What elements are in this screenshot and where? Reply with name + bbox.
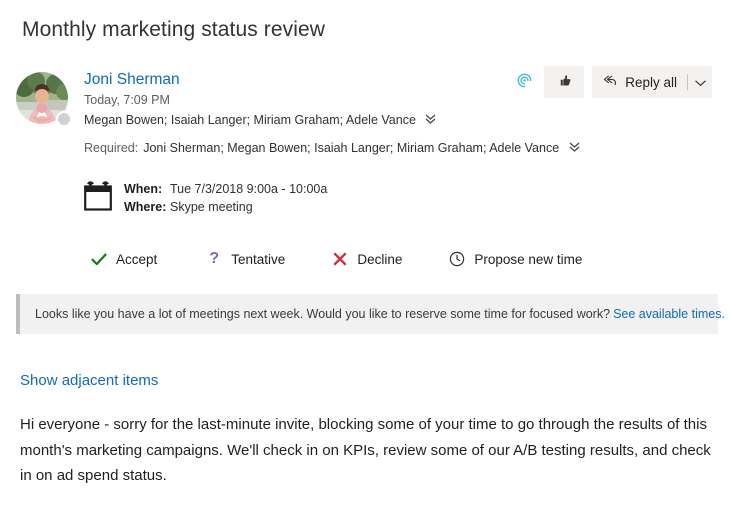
question-mark-icon: ?: [209, 250, 220, 267]
message-body: Hi everyone - sorry for the last-minute …: [20, 416, 711, 484]
meeting-details: When: Tue 7/3/2018 9:00a - 10:00a Where: S…: [84, 180, 327, 216]
decline-button[interactable]: Decline: [325, 249, 408, 270]
where-label: Where:: [124, 200, 167, 214]
double-chevron-down-icon[interactable]: [569, 140, 580, 158]
message-header: Joni Sherman Today, 7:09 PM Megan Bowen;…: [16, 66, 720, 180]
thumbs-up-icon-button[interactable]: [544, 66, 585, 98]
thumbs-up-icon: [555, 72, 573, 93]
banner-message: Looks like you have a lot of meetings ne…: [35, 307, 611, 321]
cross-icon: [331, 252, 349, 266]
page-title: Monthly marketing status review: [22, 18, 326, 41]
focus-time-suggestion-banner: Looks like you have a lot of meetings ne…: [16, 294, 725, 334]
recipients-text: Megan Bowen; Isaiah Langer; Miriam Graha…: [84, 113, 416, 127]
show-adjacent-items-link[interactable]: Show adjacent items: [20, 372, 158, 389]
double-chevron-down-icon[interactable]: [425, 112, 436, 130]
header-actions: Reply all: [504, 66, 712, 98]
decline-label: Decline: [357, 251, 403, 267]
reply-all-label: Reply all: [625, 74, 677, 90]
presence-badge: [56, 111, 72, 127]
where-value: Skype meeting: [170, 200, 253, 214]
when-label: When:: [124, 182, 163, 196]
banner-text: Looks like you have a lot of meetings ne…: [20, 307, 725, 321]
accept-label: Accept: [116, 251, 158, 267]
propose-new-time-button[interactable]: Propose new time: [442, 248, 588, 270]
tentative-label: Tentative: [231, 251, 286, 267]
calendar-icon: [84, 181, 112, 211]
propose-new-time-label: Propose new time: [474, 251, 583, 267]
reply-all-button[interactable]: Reply all: [592, 66, 712, 98]
tentative-button[interactable]: ? Tentative: [199, 248, 291, 270]
clock-icon: [448, 251, 466, 267]
accept-button[interactable]: Accept: [84, 249, 163, 270]
required-attendees-line: Required: Joni Sherman; Megan Bowen; Isai…: [84, 139, 720, 158]
recipients-line: Megan Bowen; Isaiah Langer; Miriam Graha…: [84, 111, 720, 130]
meeting-where-row: Where: Skype meeting: [124, 198, 327, 216]
meeting-when-row: When: Tue 7/3/2018 9:00a - 10:00a: [124, 180, 327, 198]
avatar[interactable]: [16, 72, 72, 128]
see-available-times-link[interactable]: See available times.: [613, 307, 725, 321]
checkmark-icon: [90, 253, 108, 266]
rsvp-actions: Accept ? Tentative Decline Propose new t…: [84, 248, 588, 270]
reply-all-divider: [687, 74, 688, 90]
reply-all-icon: [602, 73, 618, 92]
sender-name-link[interactable]: Joni Sherman: [84, 70, 180, 90]
required-attendees-text: Joni Sherman; Megan Bowen; Isaiah Langer…: [143, 141, 560, 155]
required-label: Required:: [84, 141, 139, 155]
chevron-down-icon[interactable]: [695, 75, 706, 90]
cortana-insights-icon-button[interactable]: [504, 66, 544, 98]
when-value: Tue 7/3/2018 9:00a - 10:00a: [170, 182, 328, 196]
cortana-insights-icon: [515, 71, 534, 93]
